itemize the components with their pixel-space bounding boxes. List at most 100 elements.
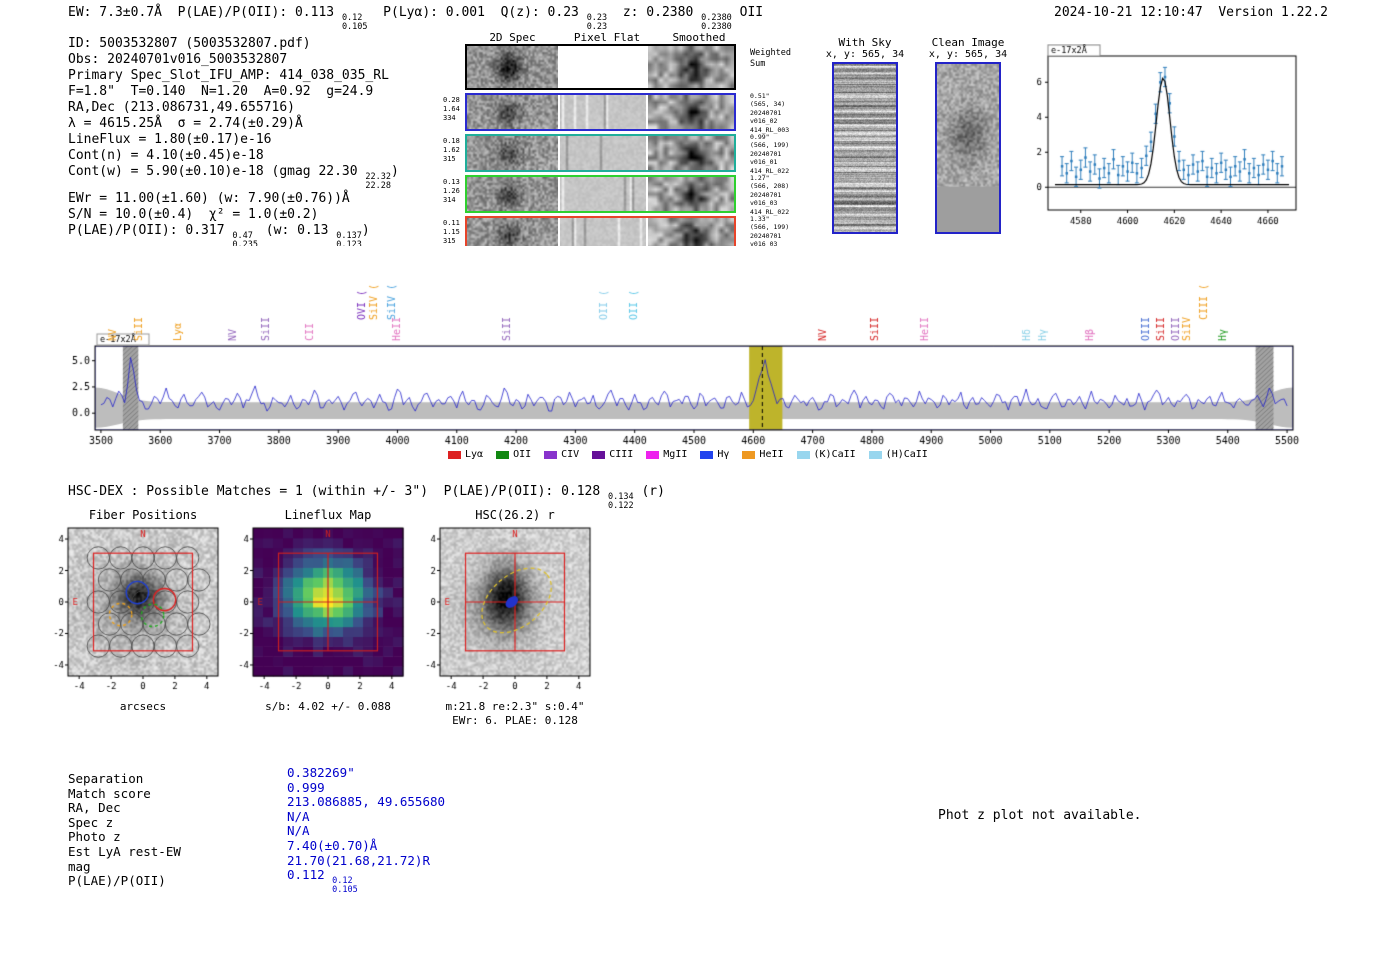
header-text: OII bbox=[731, 5, 764, 20]
cutout-left-stats: 0.28 1.64 334 bbox=[443, 96, 460, 122]
smoothed-canvas bbox=[648, 136, 734, 170]
lineflux-caption: s/b: 4.02 +/- 0.088 bbox=[265, 700, 391, 713]
info-text: Cont(w) = 5.90(±0.10)e-18 (gmag 22.30 bbox=[68, 164, 366, 179]
smoothed-canvas bbox=[648, 177, 734, 211]
spec2d-canvas bbox=[467, 46, 558, 88]
legend-swatch bbox=[796, 450, 810, 459]
frame-info-line: 20240701 bbox=[750, 231, 782, 240]
info-text: ID: 5003532807 (5003532807.pdf) bbox=[68, 36, 311, 51]
legend-label: CIV bbox=[561, 449, 580, 460]
info-fraction: 22.32 22.28 bbox=[365, 173, 391, 191]
cutout-row bbox=[465, 44, 736, 90]
legend-swatch bbox=[646, 450, 660, 459]
match-row-label: Photo z bbox=[68, 829, 121, 845]
col-title-smoothed: Smoothed bbox=[672, 31, 726, 44]
match-value-text: N/A bbox=[287, 808, 310, 824]
match-row-value: 213.086885, 49.655680 bbox=[287, 794, 445, 810]
info-line: λ = 4615.25Å σ = 2.74(±0.29)Å bbox=[68, 116, 399, 132]
with-sky-coords: x, y: 565, 34 bbox=[825, 49, 905, 60]
info-line: LineFlux = 1.80(±0.17)e-16 bbox=[68, 132, 399, 148]
fiber-panel-title: Fiber Positions bbox=[88, 508, 198, 522]
legend-label: Lyα bbox=[465, 449, 484, 460]
stat-line: 0.18 bbox=[443, 137, 460, 145]
hsc-match-summary: HSC-DEX : Possible Matches = 1 (within +… bbox=[68, 484, 665, 511]
cutout-left-stats: 0.18 1.62 315 bbox=[443, 137, 460, 163]
spec2d-canvas bbox=[467, 177, 558, 211]
header-text: z: 0.2380 bbox=[607, 5, 702, 20]
frame-info-line: 20240701 bbox=[750, 108, 782, 117]
fiber-positions-plot bbox=[40, 522, 230, 698]
stat-line: 314 bbox=[443, 195, 456, 204]
smoothed-canvas bbox=[648, 95, 734, 129]
stat-line: 315 bbox=[443, 154, 456, 163]
frame-info-line: v016_02 bbox=[750, 117, 778, 126]
clean-image bbox=[935, 62, 1001, 234]
lineflux-map-plot bbox=[225, 522, 415, 698]
sub-value: 0.105 bbox=[341, 21, 368, 32]
pixelflat-canvas bbox=[560, 177, 646, 211]
frame-info-line: (566, 199) bbox=[750, 141, 790, 150]
info-text: EWr = 11.00(±1.60) (w: 7.90(±0.76))Å bbox=[68, 190, 350, 206]
info-line: F=1.8" T=0.140 N=1.20 A=0.92 g=24.9 bbox=[68, 84, 399, 100]
stat-line: 334 bbox=[443, 113, 456, 122]
cutout-row bbox=[465, 134, 736, 172]
info-line: EWr = 11.00(±1.60) (w: 7.90(±0.76))Å bbox=[68, 191, 399, 207]
pixelflat-canvas bbox=[560, 46, 646, 88]
legend-label: OII bbox=[513, 449, 532, 460]
clean-image-title: Clean Image bbox=[931, 36, 1005, 49]
legend-item: CIII bbox=[592, 449, 633, 460]
hsc-match-fraction: 0.134 0.122 bbox=[608, 493, 634, 511]
info-line: RA,Dec (213.086731,49.655716) bbox=[68, 100, 399, 116]
detection-info-block: ID: 5003532807 (5003532807.pdf) Obs: 2024… bbox=[68, 36, 399, 266]
legend-label: (H)CaII bbox=[885, 449, 928, 460]
hetdex-detection-report: EW: 7.3±0.7Å P(LAE)/P(OII): 0.113 0.12 0.… bbox=[0, 0, 1400, 953]
match-table-values: 0.382269" 0.999 213.086885, 49.655680 N/A N/… bbox=[287, 765, 445, 895]
hsc-cutout-plot bbox=[412, 522, 602, 698]
match-value-text: 7.40(±0.70)Å bbox=[287, 837, 378, 853]
match-value-text: 0.382269" bbox=[287, 765, 355, 780]
info-text: LineFlux = 1.80(±0.17)e-16 bbox=[68, 132, 272, 147]
spec2d-canvas bbox=[467, 136, 558, 170]
stat-line: 1.15 bbox=[443, 227, 460, 236]
legend-label: HeII bbox=[759, 449, 784, 460]
info-text: F=1.8" T=0.140 N=1.20 A=0.92 g=24.9 bbox=[68, 84, 374, 99]
stat-line: 0.13 bbox=[443, 178, 460, 186]
match-row-value: 0.999 bbox=[287, 779, 445, 796]
match-row-value: 7.40(±0.70)Å bbox=[287, 837, 445, 854]
match-value-text: 0.112 bbox=[287, 867, 333, 883]
stat-line: 0.28 bbox=[443, 96, 460, 104]
frame-info-line: 1.27" bbox=[750, 174, 770, 182]
header-text: EW: 7.3±0.7Å P(LAE)/P(OII): 0.113 bbox=[68, 5, 342, 20]
frame-info-line: (566, 208) bbox=[750, 182, 790, 191]
lineflux-panel-title: Lineflux Map bbox=[284, 508, 372, 522]
legend-swatch bbox=[700, 450, 714, 459]
legend-swatch bbox=[448, 450, 461, 459]
match-row-value: 0.382269" bbox=[287, 765, 445, 781]
info-line: Cont(w) = 5.90(±0.10)e-18 (gmag 22.30 22… bbox=[68, 164, 399, 191]
info-text: ) bbox=[361, 222, 370, 238]
stat-line: 1.64 bbox=[443, 104, 460, 113]
frame-info-line: 0.99" bbox=[750, 133, 770, 141]
match-row-label: Est LyA rest-EW bbox=[68, 843, 181, 859]
hsc-panel-title: HSC(26.2) r bbox=[475, 508, 555, 522]
match-table-labels: Separation Match score RA, Dec Spec z Photo … bbox=[68, 771, 181, 889]
stat-line: 1.26 bbox=[443, 186, 460, 195]
stat-line: 1.62 bbox=[443, 145, 460, 154]
match-value-text: 0.999 bbox=[287, 779, 325, 795]
sub-value: 0.105 bbox=[332, 885, 358, 896]
info-text: Obs: 20240701v016_5003532807 bbox=[68, 52, 288, 67]
cutout-row bbox=[465, 93, 736, 131]
hsc-caption-1: m:21.8 re:2.3" s:0.4" bbox=[445, 700, 585, 713]
match-row-label: Match score bbox=[68, 785, 151, 801]
hsc-match-text: (r) bbox=[633, 484, 665, 499]
info-line: Cont(n) = 4.10(±0.45)e-18 bbox=[68, 148, 399, 164]
cutout-left-stats: 0.13 1.26 314 bbox=[443, 178, 460, 204]
spec2d-canvas bbox=[467, 95, 558, 129]
legend-label: (K)CaII bbox=[813, 449, 856, 460]
legend-label: Hγ bbox=[717, 449, 730, 460]
with-sky-title: With Sky bbox=[838, 36, 892, 49]
legend-swatch bbox=[742, 450, 756, 459]
header-datetime-version: 2024-10-21 12:10:47 Version 1.22.2 bbox=[1054, 5, 1328, 20]
header-text: P(Lyα): 0.001 Q(z): 0.23 bbox=[367, 5, 587, 20]
match-value-fraction: 0.12 0.105 bbox=[332, 877, 358, 895]
